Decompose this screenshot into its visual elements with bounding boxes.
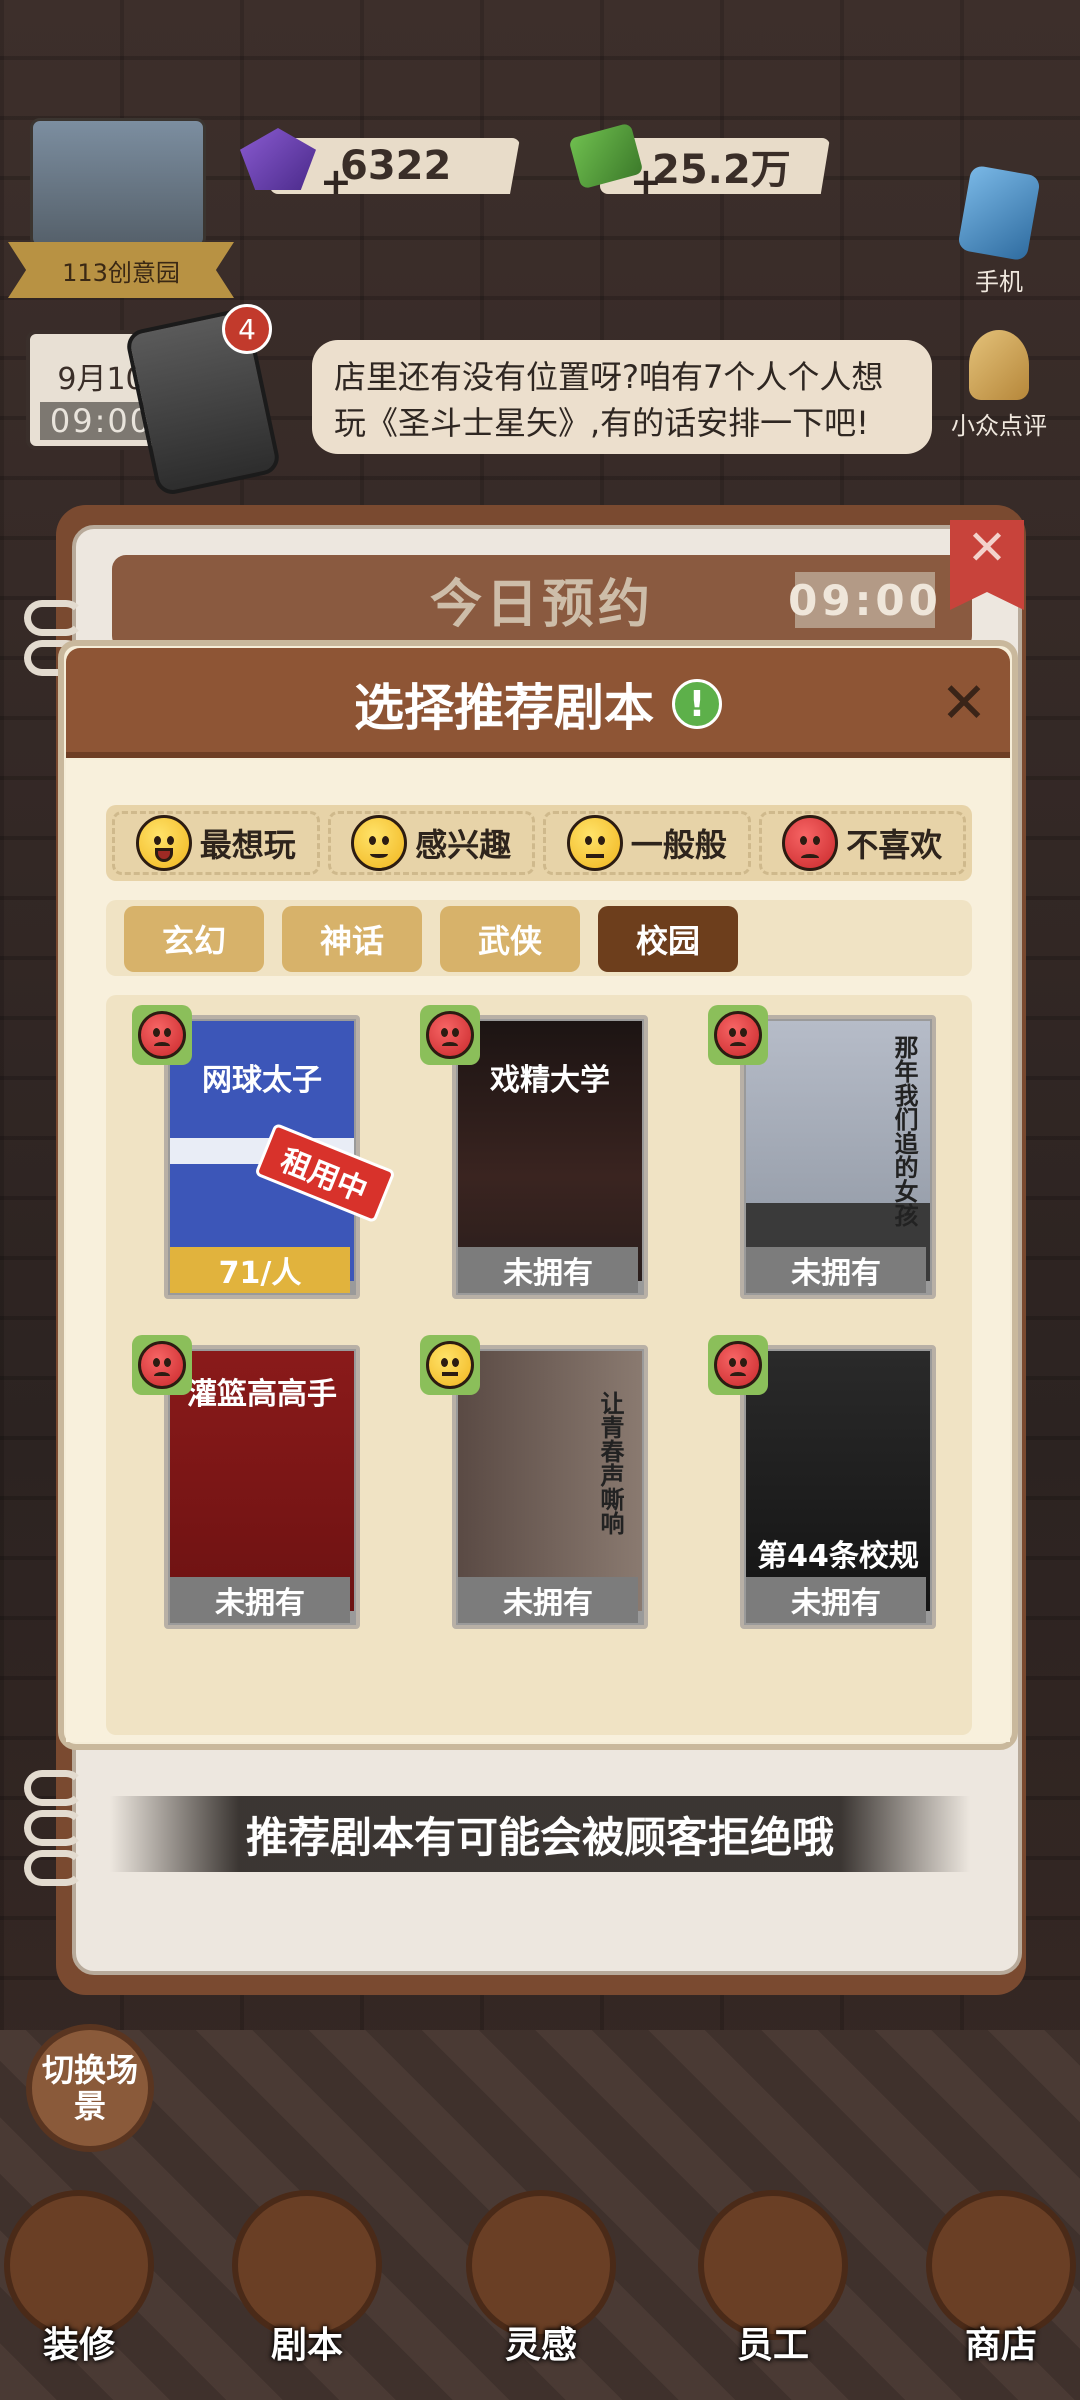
close-icon[interactable]: ✕ <box>934 674 994 734</box>
script-price: 71/人 <box>170 1247 350 1293</box>
legend-interested: 感兴趣 <box>327 811 535 875</box>
nav-shop[interactable]: 商店 <box>926 2190 1076 2366</box>
location-badge: 113创意园 <box>8 242 234 298</box>
genre-tabs: 玄幻 神话 武侠 校园 <box>106 900 972 976</box>
reaction-badge <box>420 1335 480 1395</box>
poster-title: 那年我们追的女孩 <box>890 1035 918 1227</box>
angry-face-icon <box>714 1011 762 1059</box>
script-poster: 让青春声嘶响 <box>458 1351 642 1611</box>
script-status: 未拥有 <box>746 1577 926 1623</box>
phone-label: 手机 <box>975 268 1023 296</box>
nav-scripts[interactable]: 剧本 <box>232 2190 382 2366</box>
smartphone-icon <box>957 164 1041 262</box>
gem-count: 6322 <box>340 143 452 189</box>
building-icon[interactable] <box>30 118 206 248</box>
nav-label: 剧本 <box>270 2325 343 2366</box>
poster-title: 戏精大学 <box>490 1063 610 1098</box>
script-poster: 戏精大学 <box>458 1021 642 1281</box>
reaction-badge <box>708 1005 768 1065</box>
nav-staff[interactable]: 员工 <box>698 2190 848 2366</box>
rejection-hint: 推荐剧本有可能会被顾客拒绝哦 <box>110 1796 970 1872</box>
angry-face-icon <box>138 1011 186 1059</box>
modal-title: 选择推荐剧本 <box>354 679 654 737</box>
review-button[interactable]: 小众点评 <box>934 330 1064 441</box>
legend-label: 一般般 <box>630 826 727 864</box>
legend-label: 最想玩 <box>199 826 296 864</box>
angry-face-icon <box>782 815 839 871</box>
nav-label: 灵感 <box>504 2325 577 2366</box>
tab-wuxia[interactable]: 武侠 <box>440 906 580 972</box>
script-card[interactable]: 那年我们追的女孩 未拥有 <box>708 1005 936 1299</box>
cash-amount: 25.2万 <box>652 147 791 193</box>
legend-label: 感兴趣 <box>415 826 512 864</box>
legend-dislike: 不喜欢 <box>758 811 966 875</box>
nav-decorate[interactable]: 装修 <box>4 2190 154 2366</box>
script-poster: 第44条校规 <box>746 1351 930 1611</box>
poster-title: 网球太子 <box>202 1063 322 1098</box>
customer-speech-bubble: 店里还有没有位置呀?咱有7个人个人想玩《圣斗士星矢》,有的话安排一下吧! <box>312 340 932 454</box>
script-card[interactable]: 灌篮高高手 未拥有 <box>132 1335 360 1629</box>
tab-mythology[interactable]: 神话 <box>282 906 422 972</box>
switch-scene-button[interactable]: 切换场景 <box>26 2024 154 2152</box>
thumbs-up-icon <box>969 330 1029 400</box>
nav-inspiration[interactable]: 灵感 <box>466 2190 616 2366</box>
info-icon[interactable]: ! <box>672 679 722 729</box>
script-card[interactable]: 网球太子 71/人 租用中 <box>132 1005 396 1299</box>
script-card[interactable]: 戏精大学 未拥有 <box>420 1005 648 1299</box>
script-status: 未拥有 <box>458 1577 638 1623</box>
script-card[interactable]: 让青春声嘶响 未拥有 <box>420 1335 648 1629</box>
modal-title-row: 选择推荐剧本 ! <box>66 668 1010 740</box>
nav-label: 装修 <box>42 2325 115 2366</box>
angry-face-icon <box>714 1341 762 1389</box>
legend-love: 最想玩 <box>112 811 320 875</box>
review-label: 小众点评 <box>951 412 1047 440</box>
script-card[interactable]: 第44条校规 未拥有 <box>708 1335 936 1629</box>
neutral-face-icon <box>566 815 623 871</box>
legend-neutral: 一般般 <box>543 811 751 875</box>
poster-title: 让青春声嘶响 <box>596 1391 624 1535</box>
wink-face-icon <box>351 815 408 871</box>
script-poster: 那年我们追的女孩 <box>746 1021 930 1281</box>
reaction-badge <box>708 1335 768 1395</box>
nav-label: 商店 <box>964 2325 1037 2366</box>
love-face-icon <box>135 815 192 871</box>
legend-label: 不喜欢 <box>846 826 943 864</box>
neutral-face-icon <box>426 1341 474 1389</box>
tab-fantasy[interactable]: 玄幻 <box>124 906 264 972</box>
script-status: 未拥有 <box>458 1247 638 1293</box>
tab-campus[interactable]: 校园 <box>598 906 738 972</box>
script-status: 未拥有 <box>746 1247 926 1293</box>
reaction-badge <box>420 1005 480 1065</box>
poster-title: 灌篮高高手 <box>187 1377 337 1412</box>
today-reservations-time: 09:00 <box>788 572 938 628</box>
notification-badge: 4 <box>222 304 272 354</box>
reaction-legend: 最想玩 感兴趣 一般般 不喜欢 <box>106 805 972 881</box>
angry-face-icon <box>138 1341 186 1389</box>
nav-label: 员工 <box>736 2325 809 2366</box>
script-poster: 灌篮高高手 <box>170 1351 354 1611</box>
reaction-badge <box>132 1005 192 1065</box>
phone-button[interactable]: 手机 <box>934 164 1064 297</box>
script-status: 未拥有 <box>170 1577 350 1623</box>
reaction-badge <box>132 1335 192 1395</box>
angry-face-icon <box>426 1011 474 1059</box>
poster-title: 第44条校规 <box>757 1539 919 1574</box>
